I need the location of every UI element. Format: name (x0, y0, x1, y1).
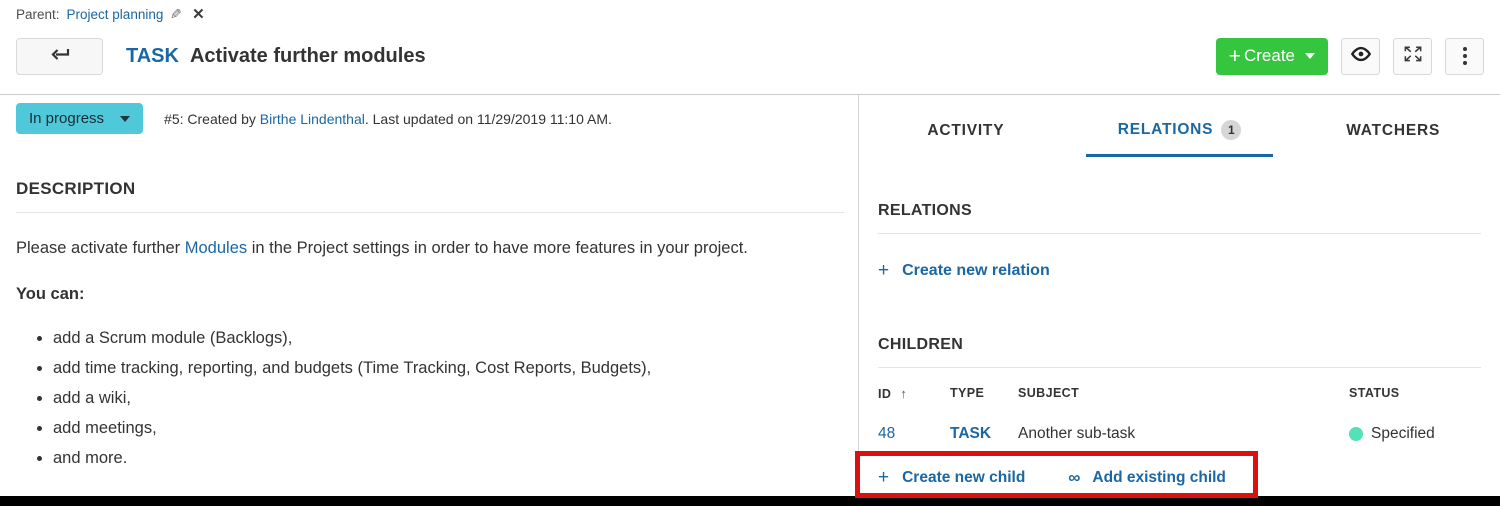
updated-text: . Last updated on 11/29/2019 11:10 AM. (365, 111, 612, 127)
meta-text: #5: Created by Birthe Lindenthal. Last u… (164, 111, 612, 127)
work-package-type-label[interactable]: TASK (126, 45, 179, 68)
column-header-status[interactable]: STATUS (1349, 386, 1481, 401)
tab-activity[interactable]: ACTIVITY (859, 95, 1073, 157)
sort-ascending-icon: ↑ (900, 386, 907, 401)
child-id-link[interactable]: 48 (878, 425, 950, 443)
list-item: add a wiki, (53, 388, 842, 409)
status-meta-row: In progress #5: Created by Birthe Linden… (16, 103, 842, 134)
list-item: and more. (53, 448, 842, 469)
main-content: In progress #5: Created by Birthe Linden… (0, 95, 1500, 506)
author-link[interactable]: Birthe Lindenthal (260, 111, 365, 127)
created-text: #5: Created by (164, 111, 260, 127)
children-heading: CHILDREN (878, 336, 1481, 354)
tab-watchers[interactable]: WATCHERS (1286, 95, 1500, 157)
status-text: Specified (1371, 425, 1435, 443)
edit-parent-pencil-icon[interactable]: ✎ (170, 6, 182, 23)
expand-icon (1404, 46, 1422, 67)
watch-button[interactable] (1341, 38, 1380, 75)
child-subject: Another sub-task (1018, 425, 1349, 443)
eye-icon (1350, 46, 1372, 67)
create-button-label: Create (1244, 46, 1295, 66)
tab-label: ACTIVITY (927, 122, 1004, 140)
tab-bar: ACTIVITY RELATIONS 1 WATCHERS (859, 95, 1500, 157)
relations-panel: RELATIONS + Create new relation CHILDREN… (859, 157, 1500, 487)
description-divider (16, 212, 844, 213)
create-button[interactable]: + Create (1216, 38, 1328, 75)
description-text: Please activate further (16, 239, 185, 257)
children-table-header: ID ↑ TYPE SUBJECT STATUS (878, 386, 1481, 401)
chevron-down-icon (120, 116, 130, 122)
bottom-black-bar (0, 496, 1500, 506)
more-actions-button[interactable] (1445, 38, 1484, 75)
parent-project-link[interactable]: Project planning (67, 7, 164, 22)
page-title: TASK Activate further modules (126, 45, 426, 68)
column-header-type[interactable]: TYPE (950, 386, 1018, 401)
status-label: In progress (29, 110, 104, 127)
list-item: add meetings, (53, 418, 842, 439)
side-panel: ACTIVITY RELATIONS 1 WATCHERS RELATIONS … (858, 95, 1500, 506)
modules-link[interactable]: Modules (185, 239, 247, 257)
relations-heading: RELATIONS (878, 202, 1481, 220)
create-new-relation-link[interactable]: + Create new relation (878, 261, 1481, 280)
child-type-link[interactable]: TASK (950, 425, 1018, 443)
fullscreen-button[interactable] (1393, 38, 1432, 75)
work-package-subject[interactable]: Activate further modules (190, 45, 426, 68)
relations-count-badge: 1 (1221, 120, 1241, 140)
parent-label: Parent: (16, 7, 60, 22)
column-header-id[interactable]: ID ↑ (878, 386, 950, 401)
table-row: 48 TASK Another sub-task Specified (878, 425, 1481, 443)
chevron-down-icon (1305, 53, 1315, 59)
status-dot-icon (1349, 427, 1363, 441)
create-new-relation-label: Create new relation (902, 262, 1050, 280)
description-bullet-list: add a Scrum module (Backlogs), add time … (16, 328, 842, 469)
status-dropdown[interactable]: In progress (16, 103, 143, 134)
column-header-subject[interactable]: SUBJECT (1018, 386, 1349, 401)
work-package-details: In progress #5: Created by Birthe Linden… (0, 95, 858, 506)
list-item: add a Scrum module (Backlogs), (53, 328, 842, 349)
back-arrow-icon (49, 45, 71, 68)
plus-icon: + (1229, 46, 1241, 67)
relations-divider (878, 233, 1481, 234)
back-button[interactable] (16, 38, 103, 75)
description-text: in the Project settings in order to have… (247, 239, 748, 257)
description-paragraph: Please activate further Modules in the P… (16, 238, 842, 259)
child-status: Specified (1349, 425, 1481, 443)
remove-parent-close-icon[interactable]: ✕ (192, 5, 205, 23)
tab-label: RELATIONS (1118, 121, 1214, 139)
column-label: ID (878, 387, 891, 401)
kebab-menu-icon (1463, 47, 1467, 65)
red-highlight-annotation (855, 451, 1258, 498)
description-heading: DESCRIPTION (16, 179, 842, 199)
parent-bar: Parent: Project planning ✎ ✕ (16, 5, 205, 23)
tab-label: WATCHERS (1346, 122, 1440, 140)
tab-relations[interactable]: RELATIONS 1 (1073, 95, 1287, 157)
plus-icon: + (878, 261, 889, 280)
work-package-toolbar: TASK Activate further modules + Create (16, 37, 1484, 75)
children-divider (878, 367, 1481, 368)
toolbar-actions: + Create (1216, 38, 1484, 75)
list-item: add time tracking, reporting, and budget… (53, 358, 842, 379)
you-can-label: You can: (16, 285, 842, 304)
